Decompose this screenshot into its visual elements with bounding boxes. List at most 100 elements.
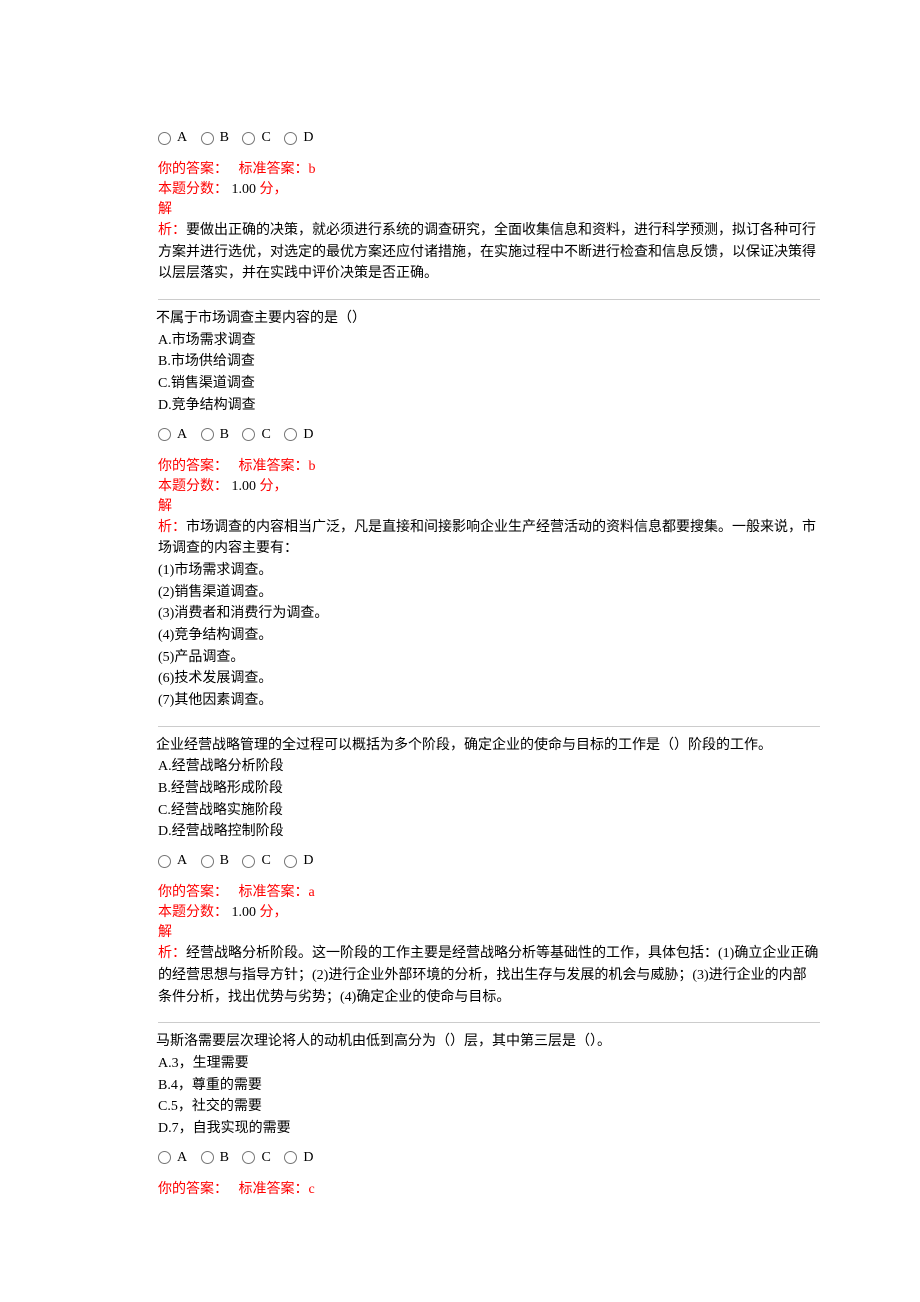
std-answer-value: a xyxy=(309,885,315,900)
radio-b[interactable] xyxy=(201,1151,214,1164)
xi-prefix: 析： xyxy=(158,946,186,961)
analysis: 析：经营战略分析阶段。这一阶段的工作主要是经营战略分析等基础性的工作，具体包括：… xyxy=(158,943,820,1008)
score-value: 1.00 xyxy=(232,479,260,494)
radio-c[interactable] xyxy=(242,132,255,145)
answer-line: 你的答案： 标准答案：a xyxy=(158,881,820,901)
option-c: C.经营战略实施阶段 xyxy=(158,800,820,822)
analysis: 析：要做出正确的决策，就必须进行系统的调查研究，全面收集信息和资料，进行科学预测… xyxy=(158,220,820,285)
std-answer-label: 标准答案： xyxy=(239,459,309,474)
radio-label-a: A xyxy=(177,847,187,869)
analysis-text: 经营战略分析阶段。这一阶段的工作主要是经营战略分析等基础性的工作，具体包括：(1… xyxy=(158,946,818,1004)
score-unit: 分， xyxy=(260,479,288,494)
radio-d[interactable] xyxy=(284,1151,297,1164)
answer-line: 你的答案： 标准答案：b xyxy=(158,158,820,178)
analysis-text: 要做出正确的决策，就必须进行系统的调查研究，全面收集信息和资料，进行科学预测，拟… xyxy=(158,223,816,281)
analysis: 析：市场调查的内容相当广泛，凡是直接和间接影响企业生产经营活动的资料信息都要搜集… xyxy=(158,517,820,560)
analysis-list-1: (1)市场需求调查。 xyxy=(158,560,820,582)
jie-label: 解 xyxy=(158,198,820,218)
xi-prefix: 析： xyxy=(158,520,186,535)
your-answer-label: 你的答案： xyxy=(158,459,228,474)
std-answer-value: b xyxy=(309,459,316,474)
options-column: A.3，生理需要 B.4，尊重的需要 C.5，社交的需要 D.7，自我实现的需要 xyxy=(158,1053,820,1140)
radio-d[interactable] xyxy=(284,855,297,868)
radio-label-b: B xyxy=(220,124,229,146)
std-answer-label: 标准答案： xyxy=(239,162,309,177)
analysis-list-3: (3)消费者和消费行为调查。 xyxy=(158,603,820,625)
radio-label-a: A xyxy=(177,421,187,443)
options-column: A.经营战略分析阶段 B.经营战略形成阶段 C.经营战略实施阶段 D.经营战略控… xyxy=(158,756,820,843)
option-b: B.经营战略形成阶段 xyxy=(158,778,820,800)
radio-b[interactable] xyxy=(201,428,214,441)
option-a: A.经营战略分析阶段 xyxy=(158,756,820,778)
option-c: C.销售渠道调查 xyxy=(158,373,820,395)
jie-label: 解 xyxy=(158,921,820,941)
radio-label-d: D xyxy=(303,1144,313,1166)
score-value: 1.00 xyxy=(232,182,260,197)
radio-c[interactable] xyxy=(242,855,255,868)
radio-a[interactable] xyxy=(158,1151,171,1164)
radio-d[interactable] xyxy=(284,132,297,145)
analysis-list-2: (2)销售渠道调查。 xyxy=(158,582,820,604)
radio-a[interactable] xyxy=(158,855,171,868)
radio-c[interactable] xyxy=(242,428,255,441)
answer-line: 你的答案： 标准答案：c xyxy=(158,1178,820,1198)
option-a: A.市场需求调查 xyxy=(158,330,820,352)
radio-label-d: D xyxy=(303,421,313,443)
radio-row: A B C D xyxy=(158,1144,820,1166)
your-answer-label: 你的答案： xyxy=(158,162,228,177)
score-line: 本题分数： 1.00 分， xyxy=(158,178,820,198)
your-answer-label: 你的答案： xyxy=(158,1182,228,1197)
analysis-list-7: (7)其他因素调查。 xyxy=(158,690,820,712)
radio-b[interactable] xyxy=(201,132,214,145)
your-answer-label: 你的答案： xyxy=(158,885,228,900)
option-d: D.经营战略控制阶段 xyxy=(158,821,820,843)
question-block-4: 马斯洛需要层次理论将人的动机由低到高分为（）层，其中第三层是（）。 A.3，生理… xyxy=(158,1022,820,1197)
analysis-list-6: (6)技术发展调查。 xyxy=(158,668,820,690)
score-value: 1.00 xyxy=(232,905,260,920)
jie-label: 解 xyxy=(158,495,820,515)
analysis-list-5: (5)产品调查。 xyxy=(158,647,820,669)
radio-label-d: D xyxy=(303,847,313,869)
option-d: D.竞争结构调查 xyxy=(158,395,820,417)
xi-prefix: 析： xyxy=(158,223,186,238)
score-unit: 分， xyxy=(260,182,288,197)
radio-row: A B C D xyxy=(158,847,820,869)
score-label: 本题分数： xyxy=(158,905,228,920)
radio-c[interactable] xyxy=(242,1151,255,1164)
radio-a[interactable] xyxy=(158,428,171,441)
question-block-3: 企业经营战略管理的全过程可以概括为多个阶段，确定企业的使命与目标的工作是（）阶段… xyxy=(158,726,820,1009)
question-stem: 不属于市场调查主要内容的是（） xyxy=(156,308,820,330)
radio-label-b: B xyxy=(220,1144,229,1166)
answer-line: 你的答案： 标准答案：b xyxy=(158,455,820,475)
option-d: D.7，自我实现的需要 xyxy=(158,1118,820,1140)
option-c: C.5，社交的需要 xyxy=(158,1096,820,1118)
analysis-lead: 市场调查的内容相当广泛，凡是直接和间接影响企业生产经营活动的资料信息都要搜集。一… xyxy=(158,520,816,557)
radio-label-c: C xyxy=(261,421,270,443)
radio-label-b: B xyxy=(220,421,229,443)
radio-d[interactable] xyxy=(284,428,297,441)
question-stem: 企业经营战略管理的全过程可以概括为多个阶段，确定企业的使命与目标的工作是（）阶段… xyxy=(156,735,820,757)
radio-label-c: C xyxy=(261,847,270,869)
radio-label-a: A xyxy=(177,1144,187,1166)
radio-label-d: D xyxy=(303,124,313,146)
radio-label-a: A xyxy=(177,124,187,146)
radio-label-b: B xyxy=(220,847,229,869)
radio-row: A B C D xyxy=(158,124,820,146)
score-line: 本题分数： 1.00 分， xyxy=(158,475,820,495)
radio-label-c: C xyxy=(261,1144,270,1166)
std-answer-label: 标准答案： xyxy=(239,885,309,900)
score-label: 本题分数： xyxy=(158,182,228,197)
option-a: A.3，生理需要 xyxy=(158,1053,820,1075)
radio-label-c: C xyxy=(261,124,270,146)
question-block-2: 不属于市场调查主要内容的是（） A.市场需求调查 B.市场供给调查 C.销售渠道… xyxy=(158,299,820,712)
options-column: A.市场需求调查 B.市场供给调查 C.销售渠道调查 D.竞争结构调查 xyxy=(158,330,820,417)
option-b: B.市场供给调查 xyxy=(158,351,820,373)
question-block-1: A B C D 你的答案： 标准答案：b 本题分数： 1.00 分， 解 析：要… xyxy=(158,124,820,285)
score-unit: 分， xyxy=(260,905,288,920)
radio-a[interactable] xyxy=(158,132,171,145)
option-b: B.4，尊重的需要 xyxy=(158,1075,820,1097)
std-answer-value: b xyxy=(309,162,316,177)
radio-b[interactable] xyxy=(201,855,214,868)
question-stem: 马斯洛需要层次理论将人的动机由低到高分为（）层，其中第三层是（）。 xyxy=(156,1031,820,1053)
score-line: 本题分数： 1.00 分， xyxy=(158,901,820,921)
